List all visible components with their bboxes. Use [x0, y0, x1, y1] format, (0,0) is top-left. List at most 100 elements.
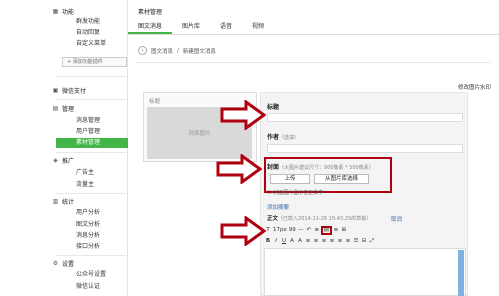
draft-status: （已款入2014-11-26 15:43:25的草稿） — [278, 216, 372, 222]
section-title: 推广 — [62, 158, 75, 165]
tab-articles[interactable]: 图文消息 — [128, 18, 173, 34]
watermark-link[interactable]: 修改图片水印 — [458, 83, 491, 91]
cancel-link[interactable]: 取消 — [391, 215, 402, 223]
sidebar-item-user-analysis[interactable]: 用户分析 — [0, 208, 128, 218]
breadcrumb-current: 新建图文消息 — [182, 48, 216, 55]
sidebar-item-auto-reply[interactable]: 自动回复 — [0, 28, 128, 38]
section-promote: ◈ 推广 — [52, 156, 74, 165]
font-size-select[interactable]: 17px — [272, 226, 288, 235]
sidebar-item-users[interactable]: 用户管理 — [0, 127, 128, 137]
image-insert-icon[interactable]: ▤ — [320, 225, 332, 235]
title-input[interactable] — [267, 113, 463, 122]
article-form: 标题 作者（选填） 封面（大图片建议尺寸：900像素 * 500像素） 上传 从… — [260, 92, 468, 296]
author-label: 作者（选填） — [267, 132, 299, 141]
fullscreen-icon[interactable]: ⤢ — [368, 237, 376, 246]
sidebar-item-traffic[interactable]: 流量主 — [0, 180, 128, 190]
title-label: 标题 — [267, 104, 280, 111]
body-label: 正文（已款入2014-11-26 15:43:25的草稿） — [267, 214, 371, 222]
add-plugin-button[interactable]: + 添加功能插件 — [62, 57, 127, 67]
sidebar-item-custom-menu[interactable]: 自定义菜单 — [0, 39, 128, 49]
promote-icon: ◈ — [53, 157, 58, 164]
align-right-icon[interactable]: ≡ — [320, 237, 328, 246]
select-from-library-button[interactable]: 从图片库选择 — [314, 174, 369, 184]
section-manage: ▤ 管理 — [52, 104, 74, 113]
justify-icon[interactable]: ≡ — [328, 237, 336, 246]
divider — [56, 255, 126, 256]
cover-hint: （大图片建议尺寸：900像素 * 500像素） — [279, 165, 374, 171]
sidebar-item-advertiser[interactable]: 广告主 — [0, 168, 128, 178]
breadcrumb-separator: / — [177, 47, 179, 54]
sidebar-item-messages[interactable]: 消息管理 — [0, 116, 128, 126]
tab-bar: 图文消息 图片库 语音 视频 — [128, 18, 499, 35]
add-summary-link[interactable]: 添加摘要 — [267, 203, 289, 211]
manage-icon: ▤ — [52, 105, 59, 112]
quote-icon[interactable]: 99 — [288, 226, 297, 235]
section-title: 设置 — [62, 261, 75, 268]
divider — [56, 152, 126, 153]
author-input[interactable] — [267, 144, 463, 153]
annotation-arrow-icon — [220, 216, 266, 246]
section-stats: ▥ 统计 — [52, 197, 74, 206]
section-wechat-pay[interactable]: ▣ 微信支付 — [52, 86, 86, 95]
body-editor[interactable] — [264, 248, 466, 296]
breadcrumb: ‹ 图文消息 / 新建图文消息 — [138, 46, 216, 55]
section-title: 统计 — [62, 199, 75, 206]
preview-title: 标题 — [149, 99, 161, 105]
sidebar-item-api-analysis[interactable]: 接口分析 — [0, 242, 128, 252]
line-height-icon[interactable]: ☰ — [352, 237, 360, 246]
annotation-arrow-icon — [220, 100, 266, 130]
editor-scrollbar[interactable] — [458, 250, 464, 296]
cover-label: 封面（大图片建议尺寸：900像素 * 500像素） — [267, 162, 374, 171]
editor-toolbar-row2: B I U A A ≡ ≡ ≡ ≡ ≡ ≡ ☰ ⊟ ⤢ — [264, 236, 464, 246]
cover-label-text: 封面 — [267, 164, 280, 171]
undo-icon[interactable]: ↶ — [305, 226, 313, 235]
tab-voice[interactable]: 语音 — [210, 18, 242, 34]
clear-format-icon[interactable]: ⊟ — [360, 237, 368, 246]
annotation-arrow-icon — [216, 154, 262, 184]
main-content: 素材管理 图文消息 图片库 语音 视频 ‹ 图文消息 / 新建图文消息 修改图片… — [128, 0, 499, 296]
align-center-icon[interactable]: ≡ — [312, 237, 320, 246]
back-arrow-icon[interactable]: ‹ — [138, 46, 147, 55]
sidebar-item-message-analysis[interactable]: 消息分析 — [0, 231, 128, 241]
section-title: 管理 — [62, 106, 75, 113]
tab-video[interactable]: 视频 — [242, 18, 274, 34]
divider — [136, 62, 491, 63]
upload-button[interactable]: 上传 — [270, 174, 310, 184]
list-icon[interactable]: ≡ — [332, 226, 340, 235]
stats-icon: ▥ — [52, 198, 59, 205]
indent-icon[interactable]: ≡ — [336, 237, 344, 246]
sidebar-item-verification[interactable]: 微信认证 — [0, 282, 128, 292]
editor-toolbar-row1: T 17px 99 — ↶ ≡ ▤ ≡ ⊞ — [264, 225, 464, 235]
background-color-icon[interactable]: A — [296, 237, 304, 246]
body-label-text: 正文 — [267, 216, 279, 222]
section-function: ▦ 功能 — [52, 7, 74, 16]
show-cover-checkbox[interactable]: ☐ 封面图片显示在正文中 — [267, 189, 323, 196]
divider — [56, 99, 126, 100]
breadcrumb-parent[interactable]: 图文消息 — [151, 47, 173, 55]
align-left-icon[interactable]: ≡ — [304, 237, 312, 246]
font-color-icon[interactable]: A — [288, 237, 296, 246]
sidebar-item-article-analysis[interactable]: 图文分析 — [0, 220, 128, 230]
underline-icon[interactable]: U — [280, 237, 288, 246]
table-icon[interactable]: ⊞ — [340, 226, 348, 235]
outdent-icon[interactable]: ≡ — [344, 237, 352, 246]
wechat-pay-icon: ▣ — [52, 87, 59, 94]
grid-icon: ▦ — [52, 8, 59, 15]
align-icon[interactable]: ≡ — [313, 226, 321, 235]
tab-images[interactable]: 图片库 — [172, 18, 210, 34]
section-settings: ⚙ 设置 — [52, 259, 74, 268]
author-hint: （选填） — [279, 135, 300, 141]
section-title: 微信支付 — [62, 88, 87, 95]
sidebar-item-materials[interactable]: 素材管理 — [56, 138, 128, 148]
section-title: 功能 — [62, 9, 75, 16]
italic-icon[interactable]: I — [272, 237, 280, 246]
sidebar: ▦ 功能 群发功能 自动回复 自定义菜单 + 添加功能插件 ▣ 微信支付 ▤ 管理 消… — [0, 0, 128, 296]
author-label-text: 作者 — [267, 134, 280, 141]
sidebar-item-account-settings[interactable]: 公众号设置 — [0, 270, 128, 280]
divider — [56, 76, 126, 77]
sidebar-item-mass-send[interactable]: 群发功能 — [0, 17, 128, 27]
divider-line-icon[interactable]: — — [297, 226, 305, 235]
page-title: 素材管理 — [138, 9, 163, 16]
checkbox-label: 封面图片显示在正文中 — [273, 190, 324, 196]
settings-icon: ⚙ — [52, 260, 59, 267]
